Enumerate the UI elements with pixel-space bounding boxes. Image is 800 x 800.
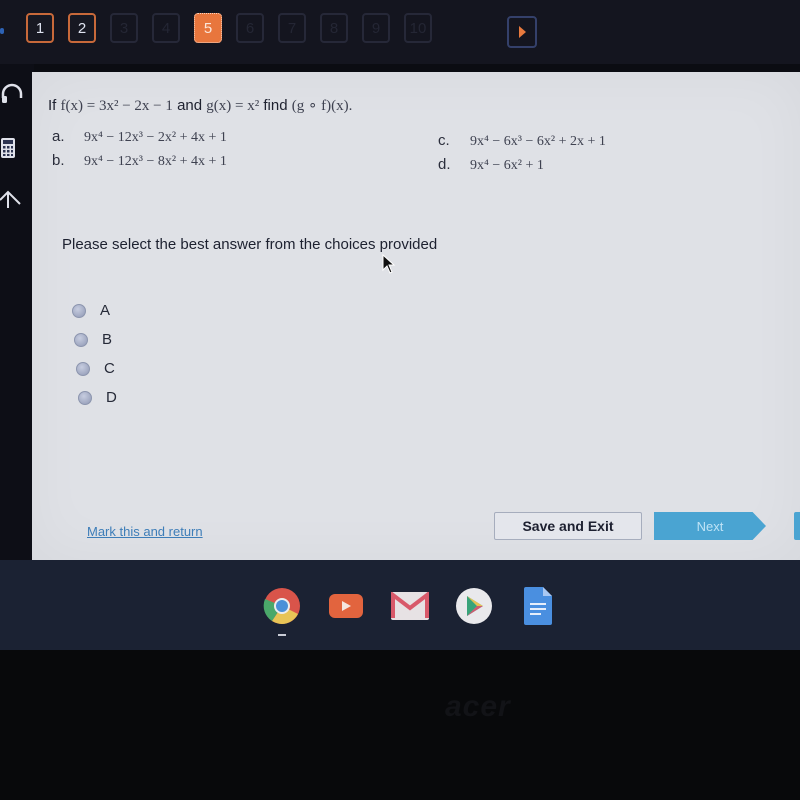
choice-expression: 9x⁴ − 12x³ − 2x² + 4x + 1	[84, 130, 227, 145]
choice-b: b. 9x⁴ − 12x³ − 8x² + 4x + 1	[52, 152, 227, 170]
gmail-icon	[391, 592, 429, 620]
active-app-indicator	[278, 634, 286, 636]
next-button[interactable]: Next	[654, 512, 766, 540]
question-3-button[interactable]: 3	[110, 13, 138, 43]
choice-c: c. 9x⁴ − 6x³ − 6x² + 2x + 1	[438, 132, 606, 150]
choice-letter: b.	[52, 152, 65, 169]
answer-radio-group: A B C D	[72, 296, 117, 412]
choice-a: a. 9x⁴ − 12x³ − 2x² + 4x + 1	[52, 128, 227, 146]
question-6-button[interactable]: 6	[236, 13, 264, 43]
choice-expression: 9x⁴ − 6x² + 1	[470, 158, 544, 173]
option-a[interactable]: A	[72, 296, 117, 325]
mark-and-return-link[interactable]: Mark this and return	[87, 524, 203, 539]
radio-button[interactable]	[74, 332, 88, 347]
question-if: If	[48, 97, 57, 114]
docs-app[interactable]	[518, 586, 558, 626]
choice-letter: c.	[438, 132, 450, 149]
play-store-icon	[456, 588, 492, 624]
radio-button[interactable]	[78, 390, 92, 405]
question-8-button[interactable]: 8	[320, 13, 348, 43]
function-f: f(x) = 3x² − 2x − 1	[60, 98, 173, 114]
back-indicator	[0, 28, 4, 34]
laptop-bezel	[0, 650, 800, 800]
question-9-button[interactable]: 9	[362, 13, 390, 43]
instruction-text: Please select the best answer from the c…	[62, 236, 438, 253]
calculator-icon[interactable]	[0, 136, 24, 160]
question-text: If f(x) = 3x² − 2x − 1 and g(x) = x² fin…	[48, 96, 352, 115]
mouse-cursor-icon	[382, 254, 396, 274]
question-and: and	[177, 97, 203, 114]
question-7-button[interactable]: 7	[278, 13, 306, 43]
choice-expression: 9x⁴ − 12x³ − 8x² + 4x + 1	[84, 154, 227, 169]
option-c[interactable]: C	[76, 354, 117, 383]
question-10-button[interactable]: 10	[404, 13, 432, 43]
question-find: find	[263, 97, 288, 114]
choice-expression: 9x⁴ − 6x³ − 6x² + 2x + 1	[470, 134, 606, 149]
radio-button[interactable]	[76, 361, 90, 376]
submit-button-edge[interactable]	[794, 512, 800, 540]
option-label: D	[106, 389, 117, 406]
option-label: B	[102, 331, 113, 348]
option-label: C	[104, 360, 115, 377]
composition-target: (g ∘ f)(x).	[291, 98, 353, 114]
play-triangle-icon	[518, 26, 526, 38]
question-5-button-current[interactable]: 5	[194, 13, 222, 43]
option-d[interactable]: D	[78, 383, 117, 412]
save-and-exit-button[interactable]: Save and Exit	[494, 512, 642, 540]
youtube-icon	[329, 594, 363, 618]
next-questions-button[interactable]	[507, 16, 537, 48]
question-2-button[interactable]: 2	[68, 13, 96, 43]
choice-d: d. 9x⁴ − 6x² + 1	[438, 156, 544, 174]
pointer-tool-icon[interactable]	[0, 188, 24, 212]
gmail-app[interactable]	[390, 586, 430, 626]
app-shelf	[0, 586, 800, 636]
question-number-list: 1 2 3 4 5 6 7 8 9 10	[26, 13, 432, 43]
option-label: A	[100, 302, 111, 319]
question-1-button[interactable]: 1	[26, 13, 54, 43]
device-brand-logo: acer	[445, 690, 511, 723]
youtube-app[interactable]	[326, 586, 366, 626]
choice-letter: a.	[52, 128, 65, 145]
option-b[interactable]: B	[74, 325, 117, 354]
radio-button[interactable]	[72, 303, 86, 318]
headphones-icon[interactable]	[0, 82, 24, 106]
question-panel: If f(x) = 3x² − 2x − 1 and g(x) = x² fin…	[32, 72, 800, 560]
choice-letter: d.	[438, 156, 451, 173]
play-store-app[interactable]	[454, 586, 494, 626]
function-g: g(x) = x²	[206, 98, 260, 114]
docs-icon	[524, 587, 552, 625]
chrome-app[interactable]	[262, 586, 302, 636]
question-4-button[interactable]: 4	[152, 13, 180, 43]
chrome-icon	[263, 588, 300, 624]
question-navigation-bar: 1 2 3 4 5 6 7 8 9 10	[0, 0, 800, 64]
tool-rail	[0, 64, 34, 564]
